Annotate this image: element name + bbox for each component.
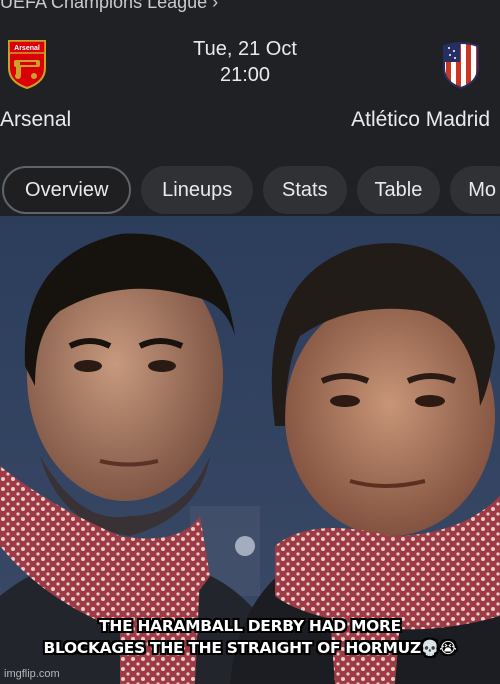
tab-lineups[interactable]: Lineups xyxy=(141,166,253,214)
match-date: Tue, 21 Oct xyxy=(193,38,297,60)
arsenal-crest-icon: Arsenal xyxy=(6,38,48,90)
imgflip-watermark: imgflip.com xyxy=(4,668,60,680)
meme-caption: THE HARAMBALL DERBY HAD MORE BLOCKAGES T… xyxy=(0,615,500,659)
tab-table[interactable]: Table xyxy=(356,166,441,214)
match-card: UEFA Champions League › Arsenal Tue, 21 … xyxy=(0,0,500,216)
caption-line-2-text: BLOCKAGES THE THE STRAIGHT OF HORMUZ xyxy=(43,639,421,657)
match-time: 21:00 xyxy=(219,64,271,86)
tab-more[interactable]: Mo xyxy=(450,166,500,214)
tab-overview[interactable]: Overview xyxy=(2,166,132,214)
competition-link[interactable]: UEFA Champions League › xyxy=(0,0,218,13)
caption-line-1: THE HARAMBALL DERBY HAD MORE xyxy=(99,617,401,635)
away-team-name[interactable]: Atlético Madrid xyxy=(351,108,490,132)
home-team-name[interactable]: Arsenal xyxy=(0,108,71,132)
managers-photo xyxy=(0,216,500,684)
match-tabs: Overview Lineups Stats Table Mo xyxy=(0,166,500,216)
arsenal-crest-text: Arsenal xyxy=(14,45,40,52)
tab-stats[interactable]: Stats xyxy=(262,166,347,214)
atletico-crest-icon xyxy=(440,38,482,90)
skull-crying-emoji-icon: 💀😭 xyxy=(420,639,457,657)
meme-page: UEFA Champions League › Arsenal Tue, 21 … xyxy=(0,0,500,684)
caption-line-2: BLOCKAGES THE THE STRAIGHT OF HORMUZ💀😭 xyxy=(0,637,500,659)
